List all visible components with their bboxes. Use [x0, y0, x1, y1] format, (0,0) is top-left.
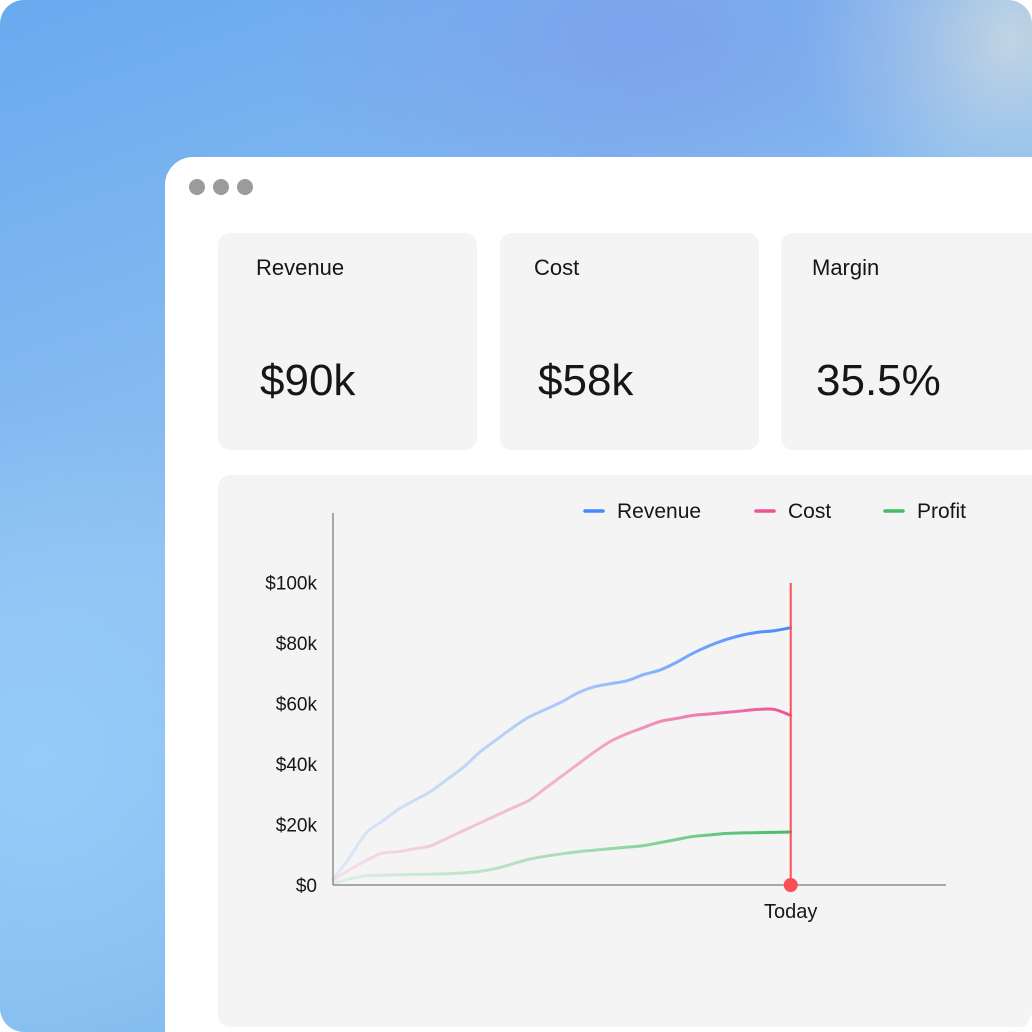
kpi-value: $90k — [260, 356, 356, 405]
y-tick-label: $20k — [276, 815, 318, 836]
kpi-card-revenue: Revenue $90k — [218, 233, 477, 450]
window-dot-icon[interactable] — [237, 179, 253, 195]
y-tick-label: $100k — [265, 573, 317, 594]
legend-label: Revenue — [617, 500, 701, 523]
kpi-card-cost: Cost $58k — [500, 233, 759, 450]
window-controls — [189, 179, 253, 195]
legend-label: Cost — [788, 500, 831, 523]
x-tick-label: Today — [764, 901, 817, 923]
line-chart: $0 $20k $40k $60k $80k $100k Today Revenue Cost P… — [265, 500, 966, 923]
y-tick-label: $80k — [276, 634, 318, 655]
y-tick-label: $60k — [276, 694, 318, 715]
series-line-revenue — [331, 626, 793, 881]
kpi-label: Revenue — [256, 255, 345, 280]
chart-panel: $0 $20k $40k $60k $80k $100k Today Revenue Cost P… — [218, 475, 1032, 1027]
window-dot-icon[interactable] — [213, 179, 229, 195]
window-dot-icon[interactable] — [189, 179, 205, 195]
kpi-value: 35.5% — [816, 356, 941, 405]
today-marker-dot — [783, 878, 798, 892]
gradient-background: Revenue $90k Cost $58k Margin 35.5% $0 $2… — [0, 0, 1032, 1032]
y-tick-label: $40k — [276, 755, 318, 776]
y-tick-label: $0 — [296, 876, 317, 897]
kpi-label: Margin — [812, 255, 880, 280]
kpi-value: $58k — [538, 356, 634, 405]
series-line-profit — [331, 830, 793, 885]
app-window: Revenue $90k Cost $58k Margin 35.5% $0 $2… — [165, 157, 1032, 1032]
legend-label: Profit — [917, 500, 966, 523]
kpi-card-margin: Margin 35.5% — [781, 233, 1032, 450]
kpi-label: Cost — [534, 255, 580, 280]
